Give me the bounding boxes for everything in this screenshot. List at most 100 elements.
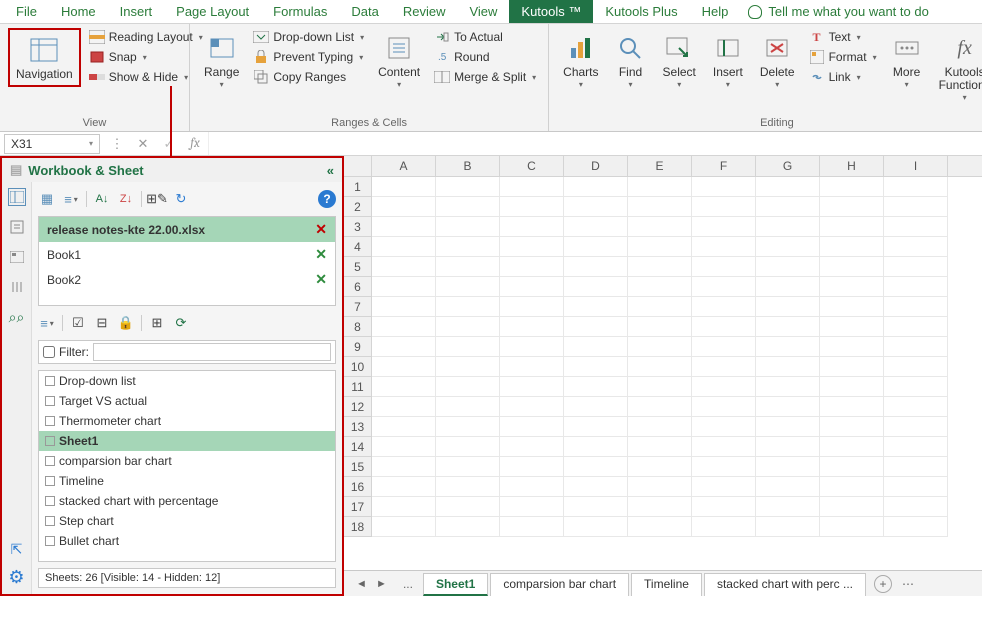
cell[interactable] xyxy=(756,237,820,257)
sheet-tab[interactable]: stacked chart with perc ... xyxy=(704,573,866,596)
tab-file[interactable]: File xyxy=(4,0,49,23)
cell[interactable] xyxy=(884,457,948,477)
cell[interactable] xyxy=(372,357,436,377)
sheet-item[interactable]: Sheet1 xyxy=(39,431,335,451)
cell[interactable] xyxy=(884,437,948,457)
cell[interactable] xyxy=(372,437,436,457)
range-button[interactable]: Range▾ xyxy=(198,28,245,94)
cell[interactable] xyxy=(372,517,436,537)
link-button[interactable]: Link xyxy=(805,68,881,86)
sheet-item[interactable]: comparsion bar chart xyxy=(39,451,335,471)
cell[interactable] xyxy=(692,357,756,377)
cell[interactable] xyxy=(372,297,436,317)
cell[interactable] xyxy=(756,297,820,317)
charts-button[interactable]: Charts▾ xyxy=(557,28,604,94)
cell[interactable] xyxy=(884,217,948,237)
close-workbook-button[interactable]: ✕ xyxy=(315,221,327,238)
cell[interactable] xyxy=(628,197,692,217)
prevent-typing-button[interactable]: Prevent Typing xyxy=(249,48,368,66)
select-all-corner[interactable] xyxy=(344,156,372,176)
cell[interactable] xyxy=(692,497,756,517)
row-header[interactable]: 16 xyxy=(344,477,372,497)
cell[interactable] xyxy=(628,477,692,497)
cell[interactable] xyxy=(436,397,500,417)
cell[interactable] xyxy=(820,197,884,217)
sheet-item[interactable]: Drop-down list xyxy=(39,371,335,391)
strip-workbook-icon[interactable] xyxy=(8,188,26,206)
row-header[interactable]: 5 xyxy=(344,257,372,277)
cell[interactable] xyxy=(628,297,692,317)
navigation-button[interactable]: Navigation xyxy=(8,28,81,87)
refresh-button[interactable]: ↻ xyxy=(172,190,190,208)
sheet-checkbox[interactable] xyxy=(45,516,55,526)
cell[interactable] xyxy=(436,437,500,457)
cell[interactable] xyxy=(820,217,884,237)
cell[interactable] xyxy=(756,497,820,517)
row-header[interactable]: 9 xyxy=(344,337,372,357)
tab-page-layout[interactable]: Page Layout xyxy=(164,0,261,23)
row-header[interactable]: 7 xyxy=(344,297,372,317)
cell[interactable] xyxy=(500,317,564,337)
cell[interactable] xyxy=(820,377,884,397)
sheet-grid-icon[interactable]: ⊞ xyxy=(148,314,166,332)
sheet-item[interactable]: Target VS actual xyxy=(39,391,335,411)
strip-column-icon[interactable] xyxy=(8,278,26,296)
cell[interactable] xyxy=(756,177,820,197)
cell[interactable] xyxy=(436,297,500,317)
tab-view[interactable]: View xyxy=(457,0,509,23)
column-header[interactable]: A xyxy=(372,156,436,176)
cell[interactable] xyxy=(820,177,884,197)
row-header[interactable]: 2 xyxy=(344,197,372,217)
row-header[interactable]: 14 xyxy=(344,437,372,457)
strip-popout-icon[interactable]: ⇱ xyxy=(8,540,26,558)
insert-function-button[interactable]: fx xyxy=(182,136,208,151)
cell[interactable] xyxy=(820,237,884,257)
cell[interactable] xyxy=(628,357,692,377)
drag-handle-icon[interactable]: ▤ xyxy=(10,162,22,178)
row-header[interactable]: 18 xyxy=(344,517,372,537)
workbook-item[interactable]: Book1✕ xyxy=(39,242,335,267)
tab-insert[interactable]: Insert xyxy=(108,0,165,23)
sheet-tool2-icon[interactable]: ⊟ xyxy=(93,314,111,332)
row-header[interactable]: 8 xyxy=(344,317,372,337)
strip-settings-icon[interactable]: ⚙ xyxy=(8,568,26,586)
close-workbook-button[interactable]: ✕ xyxy=(315,246,327,263)
cell[interactable] xyxy=(564,517,628,537)
cell[interactable] xyxy=(628,517,692,537)
row-header[interactable]: 13 xyxy=(344,417,372,437)
sheet-tabs-more[interactable]: ⋯ xyxy=(894,574,922,594)
cell[interactable] xyxy=(436,317,500,337)
cell[interactable] xyxy=(500,237,564,257)
column-header[interactable]: B xyxy=(436,156,500,176)
cell[interactable] xyxy=(372,377,436,397)
sheet-checkbox[interactable] xyxy=(45,436,55,446)
cell[interactable] xyxy=(500,197,564,217)
filter-checkbox[interactable] xyxy=(43,346,55,358)
cell[interactable] xyxy=(372,217,436,237)
cell[interactable] xyxy=(884,517,948,537)
cell[interactable] xyxy=(692,377,756,397)
cell[interactable] xyxy=(564,477,628,497)
cell[interactable] xyxy=(628,277,692,297)
cell[interactable] xyxy=(500,497,564,517)
cell[interactable] xyxy=(628,417,692,437)
cell[interactable] xyxy=(820,257,884,277)
cell[interactable] xyxy=(692,217,756,237)
cell[interactable] xyxy=(564,437,628,457)
workbook-item[interactable]: Book2✕ xyxy=(39,267,335,292)
more-button[interactable]: More▾ xyxy=(885,28,929,94)
cell[interactable] xyxy=(692,297,756,317)
sheet-checkbox[interactable] xyxy=(45,536,55,546)
row-header[interactable]: 17 xyxy=(344,497,372,517)
cell[interactable] xyxy=(756,337,820,357)
cell[interactable] xyxy=(756,437,820,457)
cell[interactable] xyxy=(436,417,500,437)
kutools-functions-button[interactable]: fxKutools Functions▾ xyxy=(933,28,982,107)
sheet-lock-icon[interactable]: 🔒 xyxy=(117,314,135,332)
name-box[interactable]: X31▾ xyxy=(4,134,100,154)
cell[interactable] xyxy=(628,217,692,237)
cell[interactable] xyxy=(884,497,948,517)
cell[interactable] xyxy=(500,477,564,497)
cell[interactable] xyxy=(436,477,500,497)
cell[interactable] xyxy=(756,357,820,377)
